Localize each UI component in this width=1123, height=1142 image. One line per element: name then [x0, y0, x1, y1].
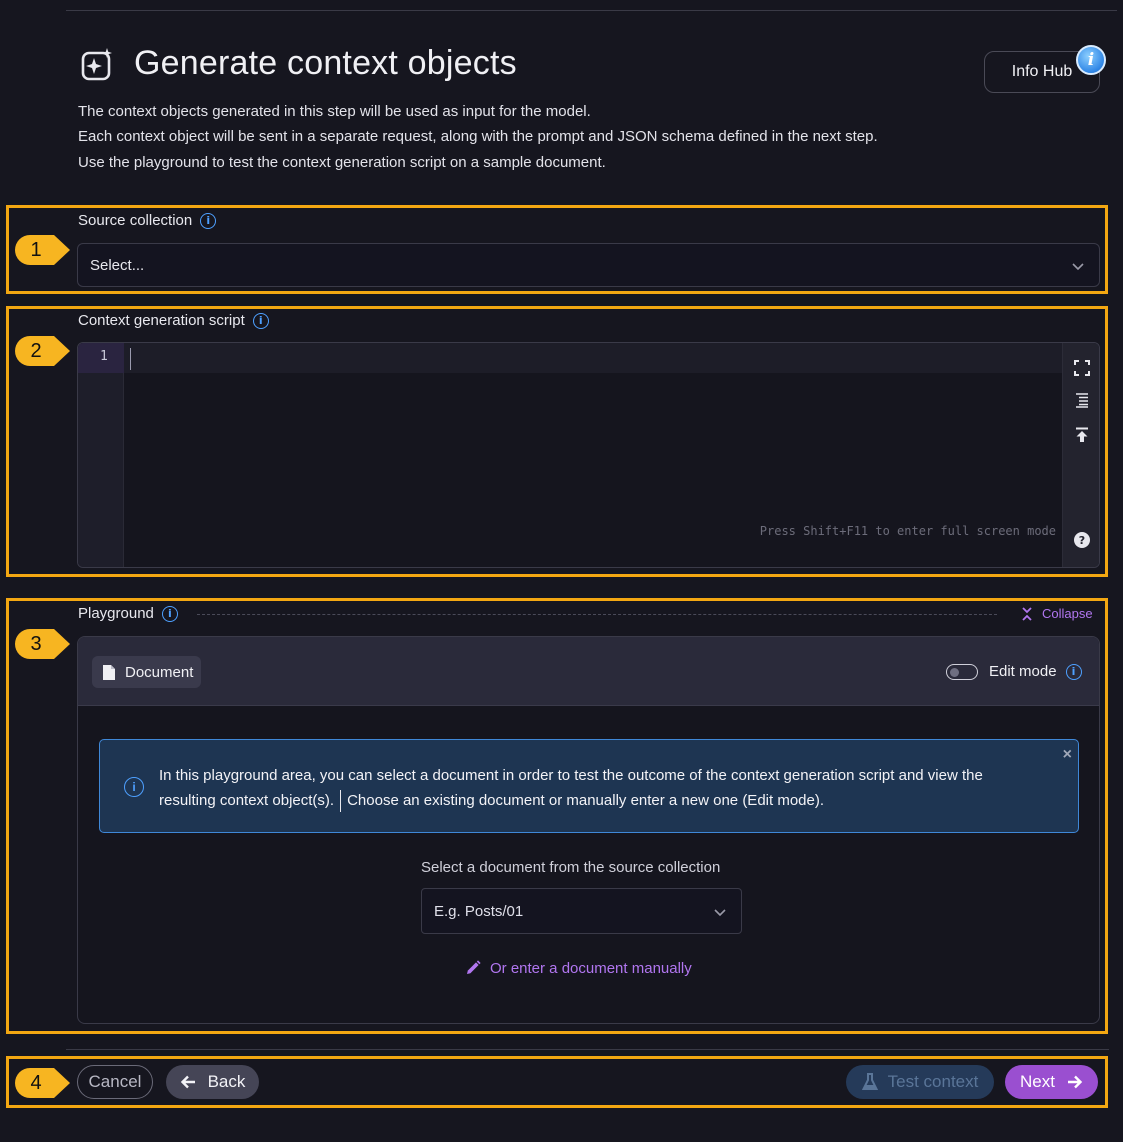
- alert-text: In this playground area, you can select …: [159, 763, 1039, 813]
- step-number: 3: [30, 632, 42, 655]
- step-number: 1: [30, 238, 42, 261]
- description-line-3: Use the playground to test the context g…: [78, 154, 606, 171]
- source-collection-select[interactable]: Select...: [77, 243, 1100, 287]
- sparkle-icon: [81, 48, 112, 81]
- edit-mode-label: Edit mode i: [989, 663, 1082, 680]
- cancel-button[interactable]: Cancel: [77, 1065, 153, 1099]
- source-collection-value: Select...: [90, 256, 145, 274]
- format-icon[interactable]: [1073, 391, 1091, 409]
- document-select[interactable]: E.g. Posts/01: [421, 888, 742, 934]
- line-number: 1: [100, 349, 108, 364]
- step-number: 2: [30, 339, 42, 362]
- fullscreen-icon[interactable]: [1073, 359, 1091, 377]
- text-cursor: [340, 790, 342, 813]
- document-select-label: Select a document from the source collec…: [421, 859, 721, 876]
- editor-toolbar: ?: [1062, 343, 1099, 567]
- chevron-down-icon: [714, 909, 726, 917]
- scroll-top-icon[interactable]: [1073, 426, 1091, 444]
- info-icon[interactable]: i: [1065, 663, 1082, 680]
- step-2-marker: 2: [14, 335, 72, 367]
- tab-document[interactable]: Document: [92, 656, 202, 688]
- toggle-knob: [950, 667, 959, 677]
- collapse-icon: [1022, 606, 1032, 621]
- test-context-button[interactable]: Test context: [846, 1065, 994, 1099]
- page-title: Generate context objects: [134, 44, 517, 82]
- chevron-down-icon: [1072, 263, 1084, 271]
- playground-divider: [197, 614, 997, 615]
- context-script-label: Context generation script i: [78, 312, 269, 329]
- edit-mode-toggle[interactable]: [946, 664, 978, 680]
- source-collection-label: Source collection i: [78, 212, 217, 229]
- info-hub-label: Info Hub: [1011, 63, 1073, 80]
- step-number: 4: [30, 1071, 42, 1094]
- text-cursor: [130, 348, 131, 370]
- playground-header: Document Edit mode i: [78, 637, 1099, 706]
- flask-icon: [861, 1073, 878, 1090]
- svg-text:?: ?: [1079, 534, 1085, 547]
- enter-document-manually-link[interactable]: Or enter a document manually: [464, 959, 692, 977]
- playground-card: Document Edit mode i i In this playgroun…: [77, 636, 1100, 1024]
- info-icon[interactable]: i: [161, 605, 178, 622]
- description-line-2: Each context object will be sent in a se…: [78, 128, 878, 145]
- arrow-right-icon: [1067, 1075, 1083, 1089]
- info-alert: i In this playground area, you can selec…: [99, 739, 1079, 833]
- active-line: [78, 343, 1064, 373]
- editor-gutter: [78, 343, 124, 567]
- info-icon[interactable]: i: [200, 212, 217, 229]
- script-editor[interactable]: 1 Press Shift+F11 to enter full screen m…: [77, 342, 1100, 568]
- document-icon: [103, 664, 115, 680]
- info-icon[interactable]: i: [252, 312, 269, 329]
- help-icon[interactable]: ?: [1073, 531, 1091, 549]
- collapse-button[interactable]: Collapse: [1020, 606, 1093, 621]
- step-4-marker: 4: [14, 1067, 72, 1099]
- playground-title: Playground i: [78, 605, 178, 622]
- step-3-marker: 3: [14, 628, 72, 660]
- document-select-placeholder: E.g. Posts/01: [434, 902, 524, 920]
- next-button[interactable]: Next: [1005, 1065, 1098, 1099]
- arrow-left-icon: [180, 1075, 195, 1089]
- description-line-1: The context objects generated in this st…: [78, 103, 591, 120]
- footer-divider: [66, 1049, 1109, 1050]
- info-circle-icon: i: [124, 777, 144, 797]
- close-icon[interactable]: ×: [1063, 746, 1072, 764]
- pencil-icon: [467, 960, 481, 974]
- info-badge-icon[interactable]: i: [1076, 45, 1106, 75]
- back-button[interactable]: Back: [166, 1065, 259, 1099]
- top-divider: [66, 10, 1117, 11]
- fullscreen-hint: Press Shift+F11 to enter full screen mod…: [759, 524, 1056, 538]
- step-1-marker: 1: [14, 234, 72, 266]
